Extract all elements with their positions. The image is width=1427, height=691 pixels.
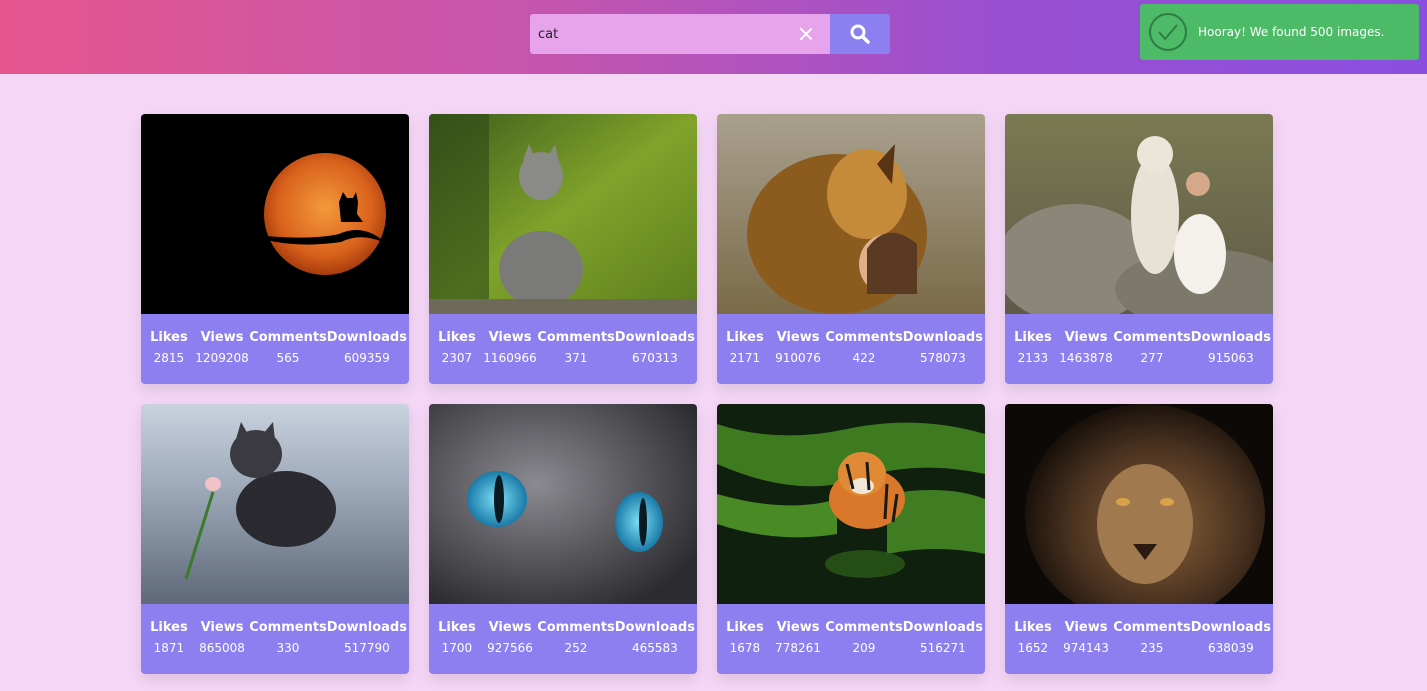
likes-count: 1871 [153, 641, 185, 655]
clear-search-icon[interactable] [796, 24, 816, 44]
views-label: Views [200, 330, 244, 345]
views-label: Views [776, 330, 820, 345]
likes-label: Likes [1014, 620, 1052, 635]
views-label: Views [488, 330, 532, 345]
comments-count: 565 [276, 351, 300, 365]
views-count: 910076 [775, 351, 821, 365]
image-stats: Likes 1700 Views 927566 Comments 252 Downlo… [429, 604, 697, 674]
gallery-card[interactable]: Likes 1700 Views 927566 Comments 252 Downlo… [429, 404, 697, 674]
downloads-count: 638039 [1207, 641, 1254, 655]
gallery-card[interactable]: Likes 1678 Views 778261 Comments 209 Downlo… [717, 404, 985, 674]
image-stats: Likes 2815 Views 1209208 Comments 565 Downl… [141, 314, 409, 384]
views-label: Views [200, 620, 244, 635]
comments-count: 277 [1140, 351, 1164, 365]
gallery-image[interactable] [141, 404, 409, 604]
likes-label: Likes [438, 620, 476, 635]
comments-label: Comments [249, 330, 327, 345]
likes-label: Likes [438, 330, 476, 345]
gallery-image[interactable] [717, 404, 985, 604]
image-stats: Likes 1871 Views 865008 Comments 330 Downlo… [141, 604, 409, 674]
search-input[interactable] [530, 14, 830, 54]
comments-label: Comments [1113, 620, 1191, 635]
likes-count: 2171 [729, 351, 761, 365]
comments-label: Comments [537, 330, 615, 345]
gallery-card[interactable]: Likes 2307 Views 1160966 Comments 371 Downl… [429, 114, 697, 384]
views-count: 1463878 [1059, 351, 1113, 365]
likes-count: 2815 [153, 351, 185, 365]
image-stats: Likes 2307 Views 1160966 Comments 371 Downl… [429, 314, 697, 384]
likes-count: 2133 [1017, 351, 1049, 365]
search-icon [850, 24, 870, 44]
downloads-count: 578073 [919, 351, 966, 365]
image-stats: Likes 2133 Views 1463878 Comments 277 Downl… [1005, 314, 1273, 384]
success-toast[interactable]: Hooray! We found 500 images. [1140, 4, 1419, 60]
downloads-label: Downloads [1190, 620, 1271, 635]
views-label: Views [1064, 620, 1108, 635]
views-count: 974143 [1063, 641, 1109, 655]
image-stats: Likes 2171 Views 910076 Comments 422 Downlo… [717, 314, 985, 384]
downloads-count: 465583 [631, 641, 678, 655]
views-count: 1160966 [483, 351, 537, 365]
toast-message: Hooray! We found 500 images. [1198, 25, 1385, 39]
gallery-image[interactable] [141, 114, 409, 314]
downloads-label: Downloads [902, 330, 983, 345]
likes-count: 2307 [441, 351, 473, 365]
gallery-image[interactable] [1005, 114, 1273, 314]
likes-label: Likes [726, 330, 764, 345]
image-stats: Likes 1678 Views 778261 Comments 209 Downlo… [717, 604, 985, 674]
comments-label: Comments [825, 620, 903, 635]
downloads-label: Downloads [1190, 330, 1271, 345]
downloads-count: 609359 [343, 351, 390, 365]
likes-count: 1652 [1017, 641, 1049, 655]
views-count: 1209208 [195, 351, 249, 365]
views-label: Views [1064, 330, 1108, 345]
gallery-image[interactable] [429, 114, 697, 314]
likes-count: 1678 [729, 641, 761, 655]
downloads-count: 516271 [919, 641, 966, 655]
gallery-image[interactable] [429, 404, 697, 604]
likes-label: Likes [1014, 330, 1052, 345]
views-count: 927566 [487, 641, 533, 655]
comments-label: Comments [825, 330, 903, 345]
comments-count: 422 [852, 351, 876, 365]
comments-count: 235 [1140, 641, 1164, 655]
gallery-card[interactable]: Likes 1652 Views 974143 Comments 235 Downlo… [1005, 404, 1273, 674]
gallery-card[interactable]: Likes 2171 Views 910076 Comments 422 Downlo… [717, 114, 985, 384]
search-button[interactable] [830, 14, 890, 54]
downloads-label: Downloads [902, 620, 983, 635]
downloads-label: Downloads [614, 620, 695, 635]
image-stats: Likes 1652 Views 974143 Comments 235 Downlo… [1005, 604, 1273, 674]
gallery-image[interactable] [1005, 404, 1273, 604]
views-label: Views [776, 620, 820, 635]
gallery-card[interactable]: Likes 2133 Views 1463878 Comments 277 Downl… [1005, 114, 1273, 384]
downloads-count: 915063 [1207, 351, 1254, 365]
likes-label: Likes [726, 620, 764, 635]
comments-count: 209 [852, 641, 876, 655]
comments-count: 330 [276, 641, 300, 655]
gallery-image[interactable] [717, 114, 985, 314]
comments-count: 371 [564, 351, 588, 365]
views-count: 865008 [199, 641, 245, 655]
comments-label: Comments [1113, 330, 1191, 345]
search-form [530, 14, 890, 54]
likes-label: Likes [150, 620, 188, 635]
gallery-card[interactable]: Likes 2815 Views 1209208 Comments 565 Downl… [141, 114, 409, 384]
views-label: Views [488, 620, 532, 635]
downloads-label: Downloads [326, 330, 407, 345]
checkmark-circle-icon [1149, 13, 1187, 51]
views-count: 778261 [775, 641, 821, 655]
image-gallery: Likes 2815 Views 1209208 Comments 565 Downl… [141, 114, 1273, 674]
comments-label: Comments [249, 620, 327, 635]
likes-count: 1700 [441, 641, 473, 655]
likes-label: Likes [150, 330, 188, 345]
downloads-count: 517790 [343, 641, 390, 655]
downloads-count: 670313 [631, 351, 678, 365]
comments-label: Comments [537, 620, 615, 635]
gallery-card[interactable]: Likes 1871 Views 865008 Comments 330 Downlo… [141, 404, 409, 674]
downloads-label: Downloads [614, 330, 695, 345]
downloads-label: Downloads [326, 620, 407, 635]
comments-count: 252 [564, 641, 588, 655]
